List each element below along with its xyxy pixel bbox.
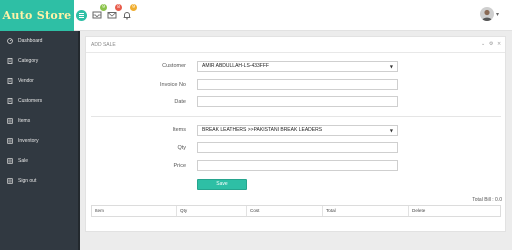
- invoice-no-input[interactable]: [197, 79, 398, 90]
- column-header-total: Total: [323, 206, 409, 216]
- form-divider: [91, 116, 501, 117]
- items-select-value: BREAK LEATHERS >>PAKISTANI BREAK LEADERS: [202, 127, 323, 133]
- inbox-icon[interactable]: 9: [92, 4, 107, 20]
- sidebar-item-label: Inventory: [18, 138, 39, 144]
- settings-icon[interactable]: ⚙: [489, 41, 493, 47]
- sidebar-item-dashboard[interactable]: Dashboard: [0, 31, 78, 51]
- chevron-down-icon: ▼: [389, 64, 393, 69]
- sidebar-item-customers[interactable]: Customers: [0, 91, 78, 111]
- column-header-qty: Qty: [177, 206, 247, 216]
- chevron-down-icon: ▼: [389, 128, 393, 133]
- sidebar-item-label: Customers: [18, 98, 43, 104]
- sidebar: Dashboard Category Vendor Customers Item…: [0, 31, 80, 250]
- top-bar: Auto Store 9 8 9 ▾: [0, 0, 512, 31]
- date-input[interactable]: [197, 96, 398, 107]
- vendor-icon: [7, 78, 13, 84]
- collapse-icon[interactable]: ⌄: [481, 41, 485, 47]
- column-header-delete: Delete: [412, 208, 426, 213]
- qty-input[interactable]: [197, 142, 398, 153]
- date-label: Date: [174, 99, 186, 105]
- sidebar-item-sale[interactable]: Sale: [0, 151, 78, 171]
- invoice-no-label: Invoice No: [160, 82, 186, 88]
- items-icon: [7, 118, 13, 124]
- items-select[interactable]: BREAK LEATHERS >>PAKISTANI BREAK LEADERS…: [197, 125, 398, 136]
- user-avatar[interactable]: [480, 7, 494, 21]
- inbox-badge: 9: [100, 4, 107, 11]
- sidebar-item-category[interactable]: Category: [0, 51, 78, 71]
- add-sale-panel: ADD SALE ⌄ ⚙ × Customer AMIR ABDULLAH-LS…: [85, 36, 506, 232]
- column-header-item: Item: [92, 206, 177, 216]
- items-label: Items: [172, 127, 186, 133]
- sale-icon: [7, 158, 13, 164]
- sidebar-item-items[interactable]: Items: [0, 111, 78, 131]
- app-logo[interactable]: Auto Store: [0, 0, 74, 31]
- panel-title: ADD SALE: [91, 42, 116, 48]
- menu-toggle-button[interactable]: [76, 10, 87, 21]
- price-label: Price: [173, 163, 186, 169]
- customer-label: Customer: [162, 63, 186, 69]
- sidebar-item-label: Category: [18, 58, 39, 64]
- price-input[interactable]: [197, 160, 398, 171]
- sidebar-item-label: Sale: [18, 158, 29, 164]
- inventory-icon: [7, 138, 13, 144]
- sidebar-item-sign-out[interactable]: Sign out: [0, 171, 78, 191]
- mail-icon[interactable]: 8: [107, 4, 122, 20]
- category-icon: [7, 58, 13, 64]
- customers-icon: [7, 98, 13, 104]
- sidebar-item-label: Items: [18, 118, 31, 124]
- sidebar-item-label: Sign out: [18, 178, 37, 184]
- dashboard-icon: [7, 38, 13, 44]
- sign-out-icon: [7, 178, 13, 184]
- close-icon[interactable]: ×: [497, 41, 501, 47]
- bell-badge: 9: [130, 4, 137, 11]
- sidebar-item-label: Dashboard: [18, 38, 43, 44]
- customer-select-value: AMIR ABDULLAH-LS-433FFF: [202, 63, 269, 69]
- customer-select[interactable]: AMIR ABDULLAH-LS-433FFF ▼: [197, 61, 398, 72]
- qty-label: Qty: [177, 145, 186, 151]
- column-header-cost: Cost: [247, 206, 323, 216]
- mail-badge: 8: [115, 4, 122, 11]
- save-button[interactable]: Save: [197, 179, 247, 190]
- panel-header: ADD SALE ⌄ ⚙ ×: [86, 37, 505, 53]
- total-bill: Total Bill : 0.0: [472, 197, 502, 203]
- sidebar-item-vendor[interactable]: Vendor: [0, 71, 78, 91]
- sidebar-item-label: Vendor: [18, 78, 34, 84]
- sale-items-table: Item Qty Cost Total Delete: [91, 205, 501, 217]
- sidebar-item-inventory[interactable]: Inventory: [0, 131, 78, 151]
- bell-icon[interactable]: 9: [122, 4, 137, 20]
- user-menu-caret[interactable]: ▾: [496, 11, 499, 18]
